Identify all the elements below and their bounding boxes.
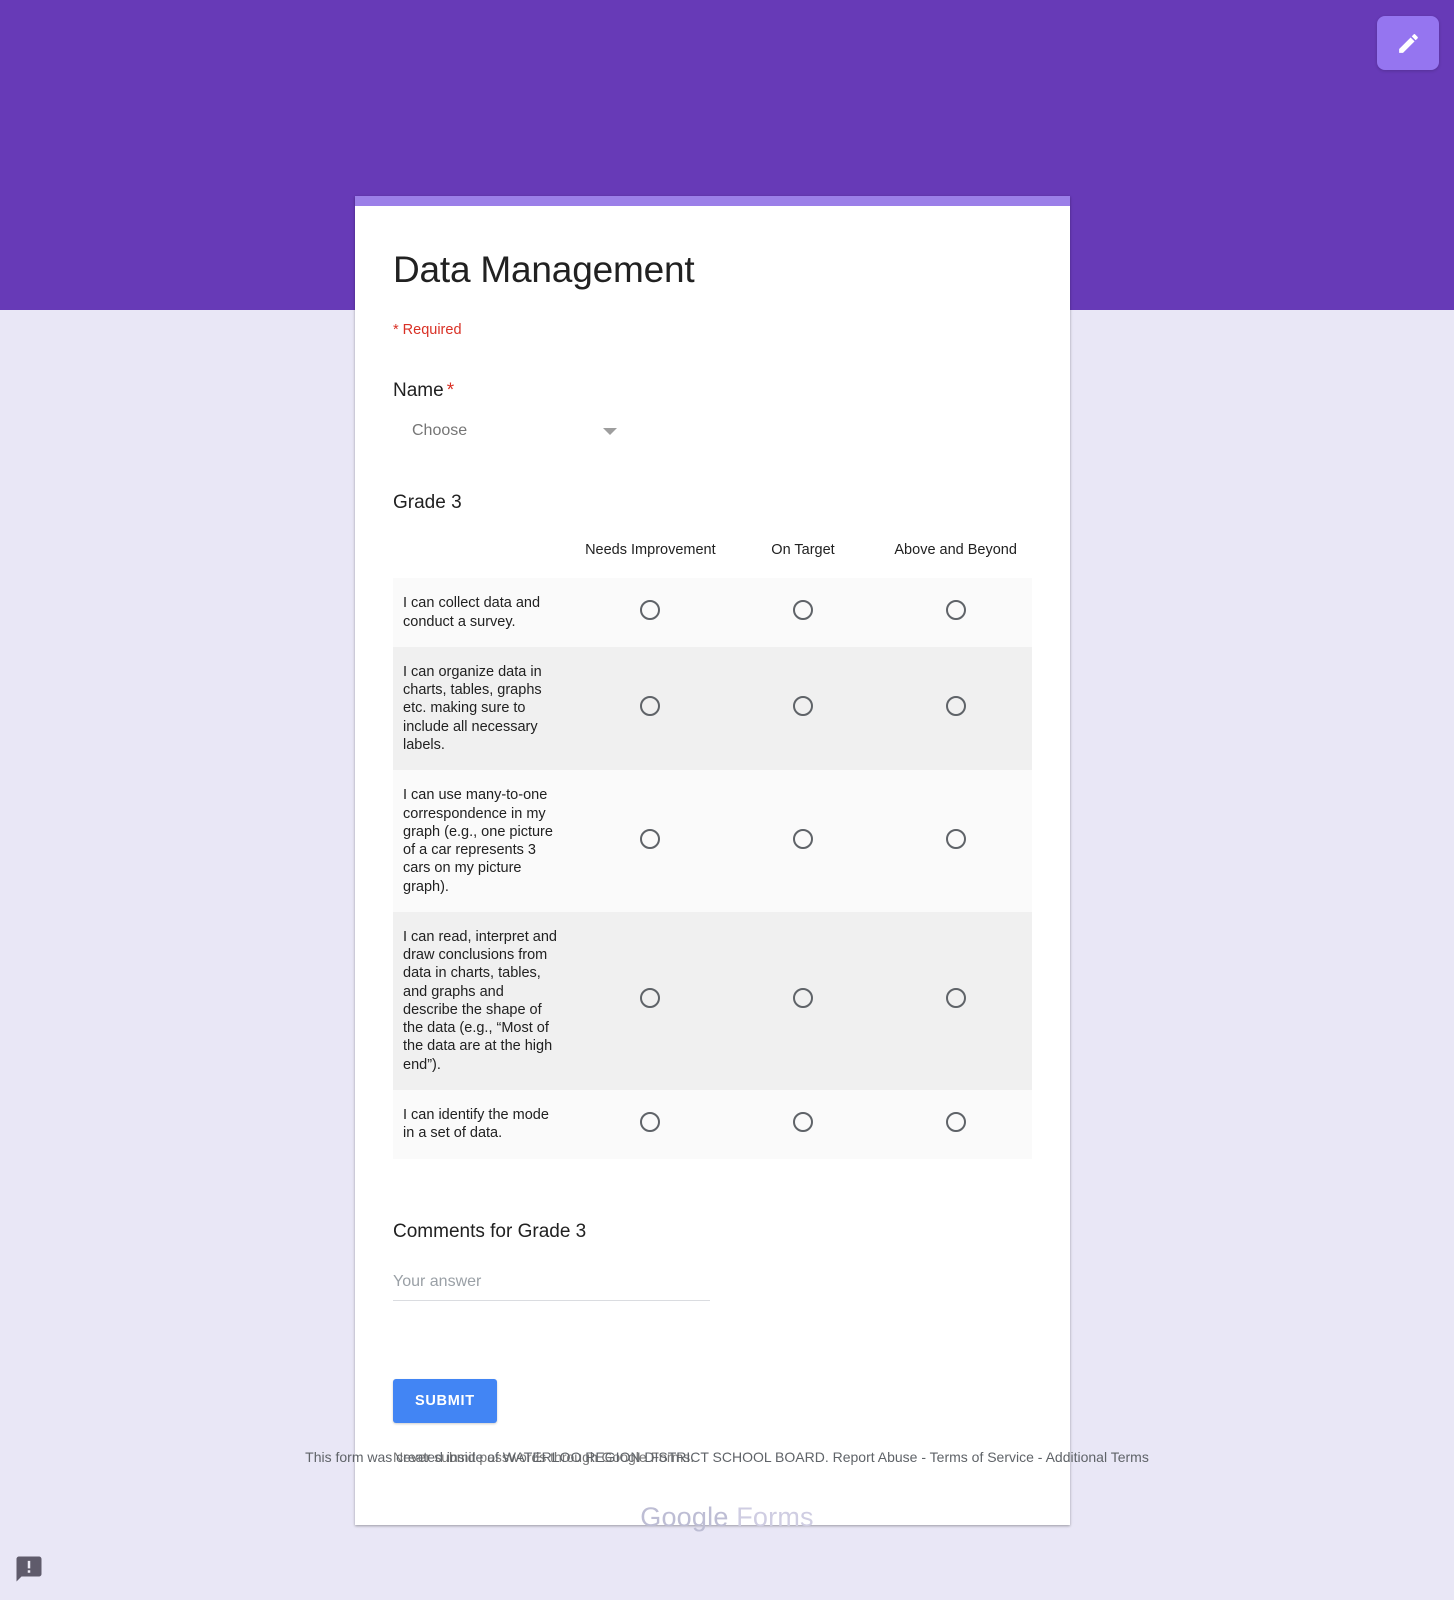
name-question-label: Name * — [393, 380, 1032, 402]
grid-column-header-1: On Target — [771, 542, 835, 559]
submit-button[interactable]: SUBMIT — [393, 1378, 497, 1423]
radio-button[interactable] — [793, 828, 813, 849]
footer-sep-2: - — [1033, 1449, 1046, 1465]
terms-of-service-link[interactable]: Terms of Service — [930, 1449, 1034, 1465]
pencil-icon — [1396, 31, 1421, 56]
grid-row-label-0: I can collect data and conduct a survey. — [393, 578, 575, 647]
radio-button[interactable] — [793, 696, 813, 717]
comments-input[interactable] — [393, 1270, 710, 1301]
comments-question-title: Comments for Grade 3 — [393, 1220, 587, 1242]
grid-cell-0-1[interactable] — [726, 578, 880, 647]
edit-form-button[interactable] — [1377, 16, 1439, 70]
radio-button[interactable] — [945, 1111, 966, 1132]
radio-button[interactable] — [793, 988, 813, 1009]
google-forms-logo-forms: Forms — [728, 1502, 814, 1532]
grid-row-label-4: I can identify the mode in a set of data… — [393, 1089, 575, 1159]
google-forms-page: Data Management * Required Name * Choose … — [0, 0, 1454, 1600]
radio-button[interactable] — [945, 988, 966, 1009]
radio-button[interactable] — [945, 600, 966, 621]
radio-button[interactable] — [793, 600, 813, 621]
card-accent-strip — [355, 196, 1070, 206]
table-row: I can read, interpret and draw conclusio… — [393, 911, 1032, 1090]
table-row: I can organize data in charts, tables, g… — [393, 646, 1032, 771]
grid-cell-3-1[interactable] — [726, 911, 880, 1090]
name-dropdown[interactable]: Choose — [412, 422, 617, 440]
grid-cell-1-2[interactable] — [879, 646, 1032, 771]
required-asterisk: * — [446, 380, 455, 402]
grade3-grid-question: Grade 3 Needs Improvement On Target Abov… — [393, 492, 1032, 1159]
footer-sep-1: - — [917, 1449, 930, 1465]
radio-button[interactable] — [640, 828, 661, 849]
form-card: Data Management * Required Name * Choose … — [355, 196, 1070, 1525]
name-question: Name * Choose — [393, 380, 1032, 440]
required-note: * Required — [393, 322, 462, 339]
page-title: Data Management — [393, 249, 695, 290]
grid-cell-3-0[interactable] — [574, 911, 727, 1090]
google-forms-logo-google: Google — [640, 1502, 729, 1532]
grid-cell-0-0[interactable] — [574, 578, 727, 647]
table-row: I can collect data and conduct a survey. — [393, 578, 1032, 647]
radio-button[interactable] — [945, 696, 966, 717]
grid-cell-2-1[interactable] — [726, 770, 880, 912]
grid-row-label-3: I can read, interpret and draw conclusio… — [393, 911, 575, 1090]
grid-cell-2-0[interactable] — [574, 770, 727, 912]
radio-button[interactable] — [640, 696, 661, 717]
grid-question-title: Grade 3 — [393, 492, 462, 514]
google-forms-logo: Google Forms — [0, 1502, 1454, 1533]
radio-button[interactable] — [640, 1111, 661, 1132]
grid-cell-2-2[interactable] — [879, 770, 1032, 912]
grid-row-label-2: I can use many-to-one correspondence in … — [393, 770, 575, 912]
grid-cell-4-0[interactable] — [574, 1089, 727, 1159]
grid-corner-cell — [393, 536, 574, 578]
comments-question: Comments for Grade 3 — [393, 1221, 1032, 1301]
name-label-text: Name — [393, 380, 444, 402]
page-footer: This form was created inside of WATERLOO… — [0, 1448, 1454, 1466]
radio-button[interactable] — [793, 1111, 813, 1132]
grid-cell-4-2[interactable] — [879, 1089, 1032, 1159]
radio-button[interactable] — [640, 600, 661, 621]
grid-column-header-2: Above and Beyond — [894, 542, 1017, 559]
grid-cell-4-1[interactable] — [726, 1089, 880, 1159]
chevron-down-icon — [603, 427, 617, 435]
table-row: I can identify the mode in a set of data… — [393, 1089, 1032, 1159]
grid-cell-1-1[interactable] — [726, 646, 880, 771]
name-dropdown-value: Choose — [412, 422, 468, 440]
additional-terms-link[interactable]: Additional Terms — [1046, 1449, 1149, 1465]
grid-row-label-1: I can organize data in charts, tables, g… — [393, 646, 575, 771]
grid-header-row: Needs Improvement On Target Above and Be… — [393, 536, 1032, 578]
radio-button[interactable] — [945, 828, 966, 849]
feedback-report-icon[interactable] — [14, 1554, 44, 1584]
multiple-choice-grid: Needs Improvement On Target Above and Be… — [393, 536, 1032, 1159]
grid-cell-1-0[interactable] — [574, 646, 727, 771]
grid-cell-0-2[interactable] — [879, 578, 1032, 647]
footer-created-inside-text: This form was created inside of WATERLOO… — [305, 1449, 829, 1465]
report-abuse-link[interactable]: Report Abuse — [833, 1449, 918, 1465]
radio-button[interactable] — [640, 988, 661, 1009]
grid-column-header-0: Needs Improvement — [585, 542, 716, 559]
grid-cell-3-2[interactable] — [879, 911, 1032, 1090]
table-row: I can use many-to-one correspondence in … — [393, 770, 1032, 912]
